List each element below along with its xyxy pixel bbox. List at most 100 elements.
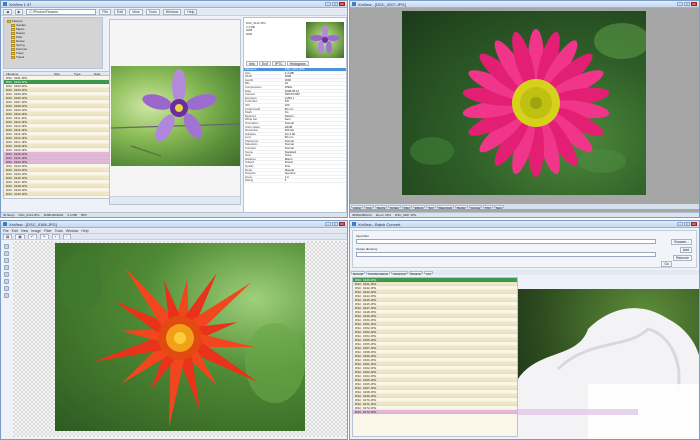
menu-file[interactable]: File <box>99 9 112 15</box>
viewer-tab[interactable]: Text <box>426 205 436 209</box>
maximize-icon[interactable]: □ <box>684 2 690 6</box>
menu-item[interactable]: Help <box>81 229 88 233</box>
minimize-icon[interactable]: – <box>677 2 683 6</box>
column-header[interactable]: Type <box>74 72 94 76</box>
picker-tool-icon[interactable] <box>3 286 9 291</box>
batch-tab[interactable]: Rename <box>408 271 424 275</box>
menu-item[interactable]: Image <box>31 229 41 233</box>
property-value: Manual <box>284 168 294 172</box>
browser-titlebar[interactable]: XnView 1.97 – □ × <box>1 1 347 8</box>
input-path-field[interactable] <box>356 239 656 244</box>
eraser-tool-icon[interactable] <box>3 265 9 270</box>
redo-button[interactable]: ↷ <box>39 234 49 239</box>
batch-tab[interactable]: Advanced <box>391 271 408 275</box>
address-field[interactable]: C:\Photos\Flowers <box>26 9 97 15</box>
property-row[interactable]: Rating 5 <box>244 179 346 183</box>
open-button[interactable]: ▤ <box>3 234 13 239</box>
select-tool-icon[interactable] <box>3 244 9 249</box>
property-value: Macro <box>284 157 293 161</box>
property-key: White bal. <box>245 118 258 122</box>
property-value: 2000 <box>284 78 292 82</box>
property-key: Metering <box>245 114 256 118</box>
remove-button[interactable]: Remove <box>672 255 692 261</box>
property-key: Zoom <box>245 175 253 179</box>
close-icon[interactable]: × <box>339 222 345 226</box>
close-icon[interactable]: × <box>691 2 697 6</box>
tab-histogram[interactable]: Histogram <box>286 61 309 66</box>
add-button[interactable]: Add <box>679 247 692 253</box>
menu-item[interactable]: Window <box>66 229 78 233</box>
zoom-in-button[interactable]: + <box>51 234 60 239</box>
output-path-field[interactable] <box>356 252 656 257</box>
back-button[interactable]: ◀ <box>3 9 12 15</box>
close-icon[interactable]: × <box>691 222 697 226</box>
viewer-tab[interactable]: Rotate <box>388 205 401 209</box>
maximize-icon[interactable]: □ <box>684 222 690 226</box>
pink-daisy-image <box>402 11 646 195</box>
batch-tab[interactable]: Transformations <box>365 271 391 275</box>
forward-button[interactable]: ▶ <box>14 9 24 15</box>
hand-tool-icon[interactable] <box>3 293 9 298</box>
go-button[interactable]: Go <box>661 261 672 267</box>
batch-file-list[interactable]: DSC_0140.JPG DSC_0141.JPG DSC_0142.JPG DSC_… <box>352 277 518 437</box>
column-header[interactable]: Size <box>54 72 74 76</box>
brush-tool-icon[interactable] <box>3 258 9 263</box>
viewer-tab[interactable]: Resize <box>374 205 388 209</box>
tab-iptc[interactable]: IPTC <box>271 61 286 66</box>
editor-titlebar[interactable]: XnView - [DSC_0188.JPG] – □ × <box>1 221 347 228</box>
column-header[interactable]: Date <box>94 72 100 76</box>
batch-tab[interactable]: Log <box>424 271 433 275</box>
viewer-tab[interactable]: Canvas <box>468 205 482 209</box>
menu-item[interactable]: View <box>21 229 29 233</box>
menu-item[interactable]: Filter <box>44 229 52 233</box>
editor-canvas[interactable] <box>13 241 347 437</box>
viewer-tab[interactable]: Save <box>493 205 505 209</box>
property-value: Normal <box>284 147 294 151</box>
minimize-icon[interactable]: – <box>325 2 331 6</box>
tab-exif[interactable]: Exif <box>258 61 271 66</box>
property-key: Rating <box>245 179 254 183</box>
property-key: Saturation <box>245 143 258 147</box>
tab-info[interactable]: Info <box>246 61 258 66</box>
batch-file-row[interactable]: DSC_0173.JPG <box>353 410 517 414</box>
menu-item[interactable]: File <box>3 229 9 233</box>
menu-edit[interactable]: Edit <box>114 9 127 15</box>
property-key: Color space <box>245 125 260 129</box>
viewer-titlebar[interactable]: XnView - [DSC_0207.JPG] – □ × <box>350 1 699 8</box>
menu-tools[interactable]: Tools <box>145 9 160 15</box>
property-key: Compression <box>245 85 262 89</box>
menu-help[interactable]: Help <box>184 9 198 15</box>
crop-tool-icon[interactable] <box>3 251 9 256</box>
batch-tab[interactable]: General <box>351 271 365 275</box>
fill-tool-icon[interactable] <box>3 272 9 277</box>
zoom-out-button[interactable]: − <box>62 234 71 239</box>
viewer-tab[interactable]: Watermark <box>436 205 455 209</box>
maximize-icon[interactable]: □ <box>332 222 338 226</box>
folder-tree[interactable]: Flowers Garden Macro Nature Park Roses S… <box>3 17 103 69</box>
minimize-icon[interactable]: – <box>325 222 331 226</box>
folder-item[interactable]: Travel <box>7 55 99 59</box>
viewer-tab[interactable]: Adjust <box>351 205 363 209</box>
property-value: JPEG <box>284 85 293 89</box>
undo-button[interactable]: ↶ <box>27 234 37 239</box>
white-flower-overlay-image <box>518 289 699 439</box>
menu-item[interactable]: Edit <box>12 229 18 233</box>
batch-titlebar[interactable]: XnView - Batch Convert – □ × <box>350 221 699 228</box>
save-button[interactable]: ▦ <box>15 234 25 239</box>
menu-window[interactable]: Window <box>162 9 182 15</box>
viewer-tab[interactable]: Border <box>455 205 468 209</box>
preview-panel <box>109 19 241 205</box>
property-key: Date <box>245 89 251 93</box>
column-header[interactable]: Filename <box>4 72 54 76</box>
viewer-tab[interactable]: Print <box>482 205 493 209</box>
viewer-tab[interactable]: Filter <box>401 205 412 209</box>
browse-button[interactable]: Browse... <box>671 239 692 245</box>
viewer-tab[interactable]: Effects <box>412 205 426 209</box>
close-icon[interactable]: × <box>339 2 345 6</box>
maximize-icon[interactable]: □ <box>332 2 338 6</box>
menu-view[interactable]: View <box>129 9 143 15</box>
menu-item[interactable]: Tools <box>55 229 63 233</box>
minimize-icon[interactable]: – <box>677 222 683 226</box>
text-tool-icon[interactable] <box>3 279 9 284</box>
viewer-tab[interactable]: Crop <box>363 205 374 209</box>
